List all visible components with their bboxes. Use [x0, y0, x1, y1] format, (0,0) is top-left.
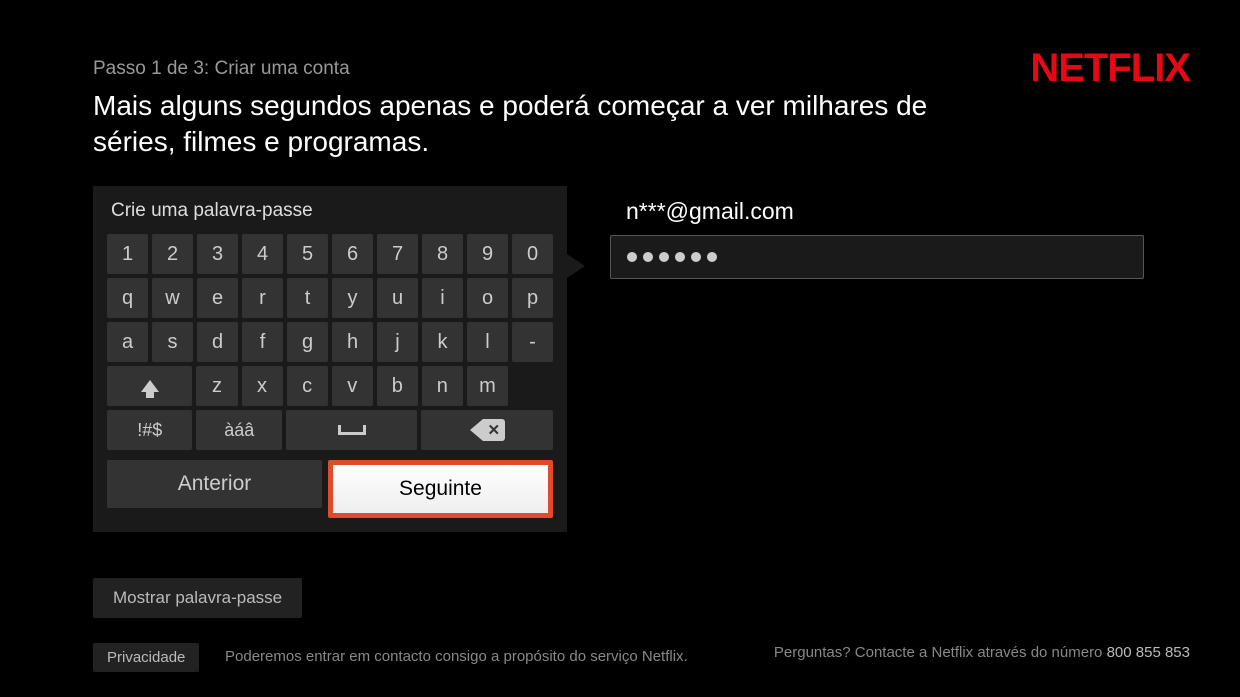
keyboard-title: Crie uma palavra-passe — [107, 200, 553, 222]
next-button-highlight: Seguinte — [328, 460, 553, 518]
key-i[interactable]: i — [422, 278, 463, 318]
key-z[interactable]: z — [196, 366, 237, 406]
key-5[interactable]: 5 — [287, 234, 328, 274]
key-2[interactable]: 2 — [152, 234, 193, 274]
backspace-key[interactable]: ✕ — [421, 410, 553, 450]
key-7[interactable]: 7 — [377, 234, 418, 274]
password-input[interactable] — [610, 235, 1144, 279]
key-h[interactable]: h — [332, 322, 373, 362]
email-display: n***@gmail.com — [610, 198, 1144, 225]
password-dot — [691, 252, 701, 262]
key-w[interactable]: w — [152, 278, 193, 318]
key-8[interactable]: 8 — [422, 234, 463, 274]
password-dot — [643, 252, 653, 262]
key-a[interactable]: a — [107, 322, 148, 362]
previous-button[interactable]: Anterior — [107, 460, 322, 508]
password-dot — [627, 252, 637, 262]
backspace-icon: ✕ — [470, 419, 505, 441]
key-p[interactable]: p — [512, 278, 553, 318]
next-button[interactable]: Seguinte — [333, 465, 548, 513]
support-prefix: Perguntas? Contacte a Netflix através do… — [774, 644, 1107, 661]
key-r[interactable]: r — [242, 278, 283, 318]
key-j[interactable]: j — [377, 322, 418, 362]
password-dot — [659, 252, 669, 262]
key-q[interactable]: q — [107, 278, 148, 318]
support-phone: 800 855 853 — [1107, 644, 1190, 661]
keyboard-pointer-icon — [567, 254, 585, 278]
key-y[interactable]: y — [332, 278, 373, 318]
key-c[interactable]: c — [287, 366, 328, 406]
space-key[interactable] — [286, 410, 418, 450]
space-icon — [338, 425, 366, 435]
page-headline: Mais alguns segundos apenas e poderá com… — [93, 88, 953, 161]
show-password-button[interactable]: Mostrar palavra-passe — [93, 578, 302, 618]
symbols-key[interactable]: !#$ — [107, 410, 192, 450]
key-v[interactable]: v — [332, 366, 373, 406]
key-t[interactable]: t — [287, 278, 328, 318]
password-dot — [707, 252, 717, 262]
netflix-logo: NETFLIX — [1030, 46, 1190, 91]
contact-disclaimer: Poderemos entrar em contacto consigo a p… — [225, 648, 688, 665]
key-x[interactable]: x — [242, 366, 283, 406]
key-d[interactable]: d — [197, 322, 238, 362]
key-m[interactable]: m — [467, 366, 508, 406]
key-b[interactable]: b — [377, 366, 418, 406]
key-o[interactable]: o — [467, 278, 508, 318]
empty-cell — [512, 366, 553, 406]
step-indicator: Passo 1 de 3: Criar uma conta — [93, 58, 980, 80]
key-4[interactable]: 4 — [242, 234, 283, 274]
key-0[interactable]: 0 — [512, 234, 553, 274]
key-6[interactable]: 6 — [332, 234, 373, 274]
privacy-button[interactable]: Privacidade — [93, 643, 199, 672]
key-e[interactable]: e — [197, 278, 238, 318]
password-dot — [675, 252, 685, 262]
key-l[interactable]: l — [467, 322, 508, 362]
key-g[interactable]: g — [287, 322, 328, 362]
support-note: Perguntas? Contacte a Netflix através do… — [774, 642, 1190, 665]
key-n[interactable]: n — [422, 366, 463, 406]
key-9[interactable]: 9 — [467, 234, 508, 274]
shift-icon — [141, 380, 159, 392]
key-1[interactable]: 1 — [107, 234, 148, 274]
key-f[interactable]: f — [242, 322, 283, 362]
shift-key[interactable] — [107, 366, 192, 406]
key-s[interactable]: s — [152, 322, 193, 362]
key-u[interactable]: u — [377, 278, 418, 318]
accents-key[interactable]: àáâ — [196, 410, 281, 450]
key-3[interactable]: 3 — [197, 234, 238, 274]
onscreen-keyboard: Crie uma palavra-passe 1234567890 qwertyu… — [93, 186, 567, 532]
key-k[interactable]: k — [422, 322, 463, 362]
key-dash[interactable]: - — [512, 322, 553, 362]
